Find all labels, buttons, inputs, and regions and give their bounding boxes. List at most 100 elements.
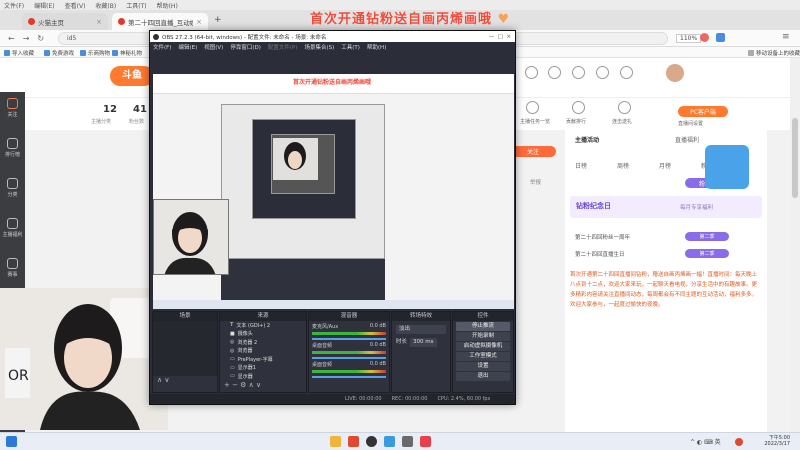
- volume-slider[interactable]: [312, 376, 386, 378]
- tab-streamer-activity[interactable]: 主播活动: [575, 135, 599, 144]
- source-item[interactable]: ▭ 显示器: [220, 372, 306, 381]
- studio-mode-button[interactable]: 工作室模式: [456, 352, 510, 361]
- bookmark-item[interactable]: 导入收藏: [4, 49, 34, 57]
- stat-number: 12: [103, 104, 117, 115]
- system-clock[interactable]: 下午5:00 2022/3/17: [764, 435, 790, 447]
- settings-button[interactable]: 设置: [456, 362, 510, 371]
- source-item[interactable]: ◎ 浏览器 2: [220, 338, 306, 347]
- page-scrollbar[interactable]: [790, 58, 800, 432]
- exit-button[interactable]: 退出: [456, 372, 510, 381]
- duration-input[interactable]: 300 ms: [410, 338, 437, 347]
- avatar[interactable]: [666, 64, 684, 82]
- header-label: 直播间设置: [678, 121, 704, 127]
- extension-icon[interactable]: [700, 33, 709, 42]
- scenes-list[interactable]: [153, 321, 217, 376]
- start-icon[interactable]: [6, 436, 17, 447]
- activity-tag[interactable]: 第二季: [685, 232, 729, 241]
- sidebar-item-events[interactable]: 赛事: [0, 258, 25, 278]
- follow-button[interactable]: 关注: [510, 146, 556, 157]
- virtual-camera-button[interactable]: 启动虚拟摄像机: [456, 342, 510, 351]
- obs-menu-item[interactable]: 配置文件(P): [268, 43, 298, 51]
- tray-icons[interactable]: ^ ◐ ⌨ 英: [690, 437, 721, 446]
- scrollbar-thumb[interactable]: [792, 118, 798, 198]
- account-icon[interactable]: [716, 33, 725, 42]
- combo-icon[interactable]: [618, 101, 631, 114]
- app-icon[interactable]: [384, 436, 395, 447]
- obs-menu-item[interactable]: 停靠窗口(D): [230, 43, 261, 51]
- message-icon[interactable]: [596, 66, 609, 79]
- stream-banner: 首次开通钻粉送自画丙烯画哦 ♥: [310, 8, 520, 27]
- zoom-level[interactable]: 110%: [676, 34, 702, 43]
- mixer-channel[interactable]: 桌面音频 0.0 dB: [309, 359, 389, 378]
- obs-menu-item[interactable]: 编辑(E): [178, 43, 197, 51]
- new-tab-icon[interactable]: +: [214, 15, 222, 25]
- pc-client-button[interactable]: PC客户端: [678, 106, 728, 117]
- browser-icon[interactable]: [348, 436, 359, 447]
- source-item[interactable]: ▭ 显示器1: [220, 364, 306, 373]
- tab-stream[interactable]: 第二十四回直播_互动娱乐直播 ×: [112, 13, 208, 30]
- reload-icon[interactable]: ↻: [37, 34, 44, 43]
- source-item[interactable]: ◎ 浏览器: [220, 347, 306, 356]
- site-logo[interactable]: 斗鱼: [110, 66, 154, 86]
- menu-tools[interactable]: 工具(T): [126, 1, 146, 10]
- obs-menu-item[interactable]: 文件(F): [153, 43, 171, 51]
- mixer-channel[interactable]: 桌面音频 0.0 dB: [309, 340, 389, 359]
- tab-stream-welfare[interactable]: 直播福利: [675, 135, 699, 144]
- obs-menu-item[interactable]: 场景集合(S): [304, 43, 334, 51]
- mixer-channel[interactable]: 麦克风/Aux 0.0 dB: [309, 321, 389, 340]
- app-icon[interactable]: [420, 436, 431, 447]
- menu-file[interactable]: 文件(F): [4, 1, 24, 10]
- app-icon[interactable]: [402, 436, 413, 447]
- menu-view[interactable]: 查看(V): [65, 1, 86, 10]
- notification-icon[interactable]: [735, 438, 743, 446]
- sidebar-item-welfare[interactable]: 主播福利: [0, 218, 25, 238]
- obs-menu-item[interactable]: 帮助(H): [367, 43, 386, 51]
- source-item[interactable]: ■ 摄像头: [220, 330, 306, 339]
- activity-row: 第二十四回直播生日: [575, 252, 625, 258]
- subtab-day[interactable]: 日榜: [575, 161, 587, 170]
- source-item[interactable]: ▭ PrePlayer-字幕: [220, 355, 306, 364]
- start-recording-button[interactable]: 开始录制: [456, 332, 510, 341]
- obs-icon[interactable]: [366, 436, 377, 447]
- activity-tag[interactable]: 第二季: [685, 249, 729, 258]
- transition-select[interactable]: 淡出: [396, 325, 446, 334]
- monitor-icon: ▭: [230, 364, 235, 371]
- obs-menu-item[interactable]: 工具(T): [341, 43, 360, 51]
- forward-icon[interactable]: →: [23, 34, 30, 43]
- sidebar-item-follow[interactable]: 关注: [0, 98, 25, 118]
- menu-favorites[interactable]: 收藏(B): [95, 1, 116, 10]
- sidebar-item-rank[interactable]: 排行榜: [0, 138, 25, 158]
- report-link[interactable]: 举报: [530, 178, 541, 186]
- close-icon[interactable]: ×: [196, 18, 202, 26]
- bookmark-item[interactable]: 免费游戏: [44, 49, 74, 57]
- bookmark-item[interactable]: 神秘礼物: [112, 49, 142, 57]
- vip-title: 钻粉纪念日: [576, 202, 611, 210]
- bookmark-mobile[interactable]: 移动设备上的收藏: [748, 49, 800, 57]
- gift-icon[interactable]: [572, 66, 585, 79]
- scene-controls[interactable]: ∧ ∨: [153, 376, 217, 384]
- rank-icon[interactable]: [548, 66, 561, 79]
- subtab-week[interactable]: 周榜: [617, 161, 629, 170]
- back-icon[interactable]: ←: [8, 34, 15, 43]
- contribution-icon[interactable]: [572, 101, 585, 114]
- source-controls[interactable]: + − ⚙ ∧ ∨: [220, 381, 306, 389]
- bookmark-item[interactable]: 乐商购物: [80, 49, 110, 57]
- source-item[interactable]: T 文本 (GDI+) 2: [220, 321, 306, 330]
- explorer-icon[interactable]: [330, 436, 341, 447]
- sidebar-item-category[interactable]: 分类: [0, 178, 25, 198]
- history-icon[interactable]: [620, 66, 633, 79]
- close-icon[interactable]: ×: [96, 18, 102, 26]
- stat-label: 粉丝数: [129, 119, 145, 125]
- vip-card[interactable]: 钻粉纪念日 每月专享福利: [570, 196, 762, 218]
- more-menu-icon[interactable]: ≡: [782, 32, 790, 42]
- stop-stream-button[interactable]: 停止推流: [456, 322, 510, 331]
- obs-menu-item[interactable]: 视图(V): [204, 43, 223, 51]
- promo-sticker[interactable]: [705, 145, 749, 189]
- task-list-icon[interactable]: [526, 101, 539, 114]
- menu-help[interactable]: 帮助(H): [157, 1, 178, 10]
- window-controls[interactable]: — □ ×: [489, 34, 515, 40]
- tab-home[interactable]: 火猫主页 ×: [22, 13, 108, 30]
- menu-edit[interactable]: 编辑(E): [34, 1, 54, 10]
- subtab-month[interactable]: 月榜: [659, 161, 671, 170]
- task-icon[interactable]: [525, 66, 538, 79]
